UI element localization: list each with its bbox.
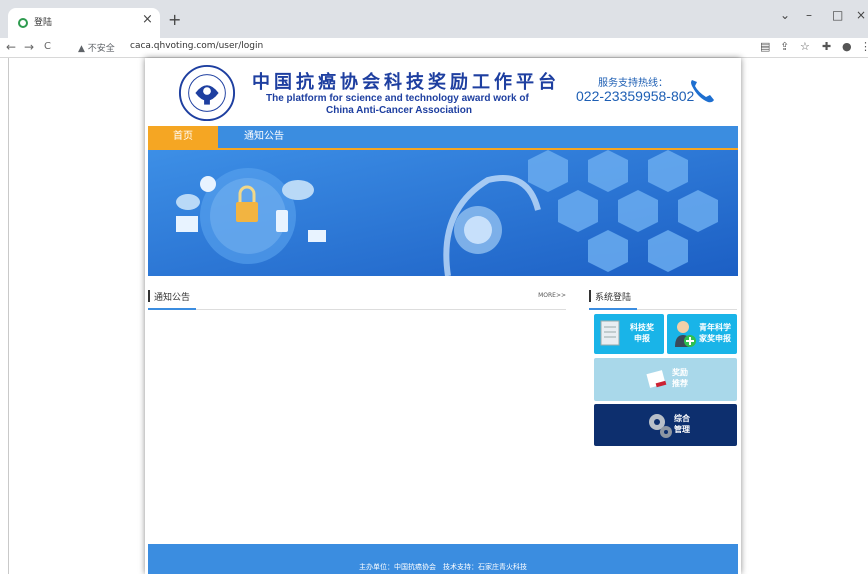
person-add-icon — [675, 321, 696, 347]
section-underline — [589, 308, 637, 310]
profile-icon[interactable]: ● — [842, 40, 852, 53]
footer-text: 主办单位：中国抗癌协会 技术支持：石家庄青火科技 — [359, 563, 527, 571]
tech-award-apply-tile[interactable]: 科技奖 申报 — [594, 314, 664, 354]
pen-paper-icon — [646, 370, 667, 388]
security-warning[interactable]: ▲ 不安全 — [78, 41, 115, 54]
association-logo — [178, 64, 236, 122]
menu-icon[interactable]: ⋮ — [860, 40, 868, 53]
section-underline — [148, 308, 196, 310]
award-recommend-tile[interactable]: 奖励 推荐 — [594, 358, 737, 401]
phone-icon — [691, 80, 714, 103]
nav-notices[interactable]: 通知公告 — [244, 126, 284, 148]
comprehensive-management-tile[interactable]: 综合 管理 — [594, 404, 737, 446]
more-link[interactable]: MORE>> — [538, 292, 566, 299]
tile-label: 青年科学 家奖申报 — [699, 323, 731, 343]
nav-home[interactable]: 首页 — [148, 126, 218, 148]
maximize-button[interactable]: □ — [832, 8, 843, 22]
hotline-label: 服务支持热线： — [598, 78, 668, 89]
forward-button[interactable]: → — [24, 40, 34, 54]
login-section-title: 系统登陆 — [595, 293, 632, 303]
site-header: 中国抗癌协会科技奖励工作平台 The platform for science … — [148, 58, 738, 126]
minimize-button[interactable]: – — [806, 8, 812, 22]
extensions-icon[interactable]: ✚ — [822, 40, 831, 53]
address-bar-row: ← → C ▲ 不安全 caca.qhvoting.com/user/login… — [0, 38, 868, 58]
reload-button[interactable]: C — [44, 41, 51, 52]
login-section: 系统登陆 — [589, 286, 737, 310]
reader-mode-icon[interactable]: ▤ — [760, 40, 770, 53]
browser-tab[interactable]: 登陆 × — [8, 8, 160, 38]
section-marker — [148, 290, 150, 302]
site-container: 中国抗癌协会科技奖励工作平台 The platform for science … — [145, 58, 741, 574]
tab-title: 登陆 — [34, 18, 53, 28]
browser-tab-strip: 登陆 × + ⌄ – □ × — [0, 0, 868, 38]
tile-label: 奖励 推荐 — [672, 368, 688, 388]
young-scientist-apply-tile[interactable]: 青年科学 家奖申报 — [667, 314, 737, 354]
tile-label: 综合 管理 — [674, 414, 690, 434]
notice-section: 通知公告 MORE>> — [148, 286, 566, 310]
new-tab-button[interactable]: + — [168, 10, 181, 29]
section-marker — [589, 290, 591, 302]
page-viewport: 中国抗癌协会科技奖励工作平台 The platform for science … — [0, 58, 868, 574]
favicon-icon — [18, 18, 28, 28]
back-button[interactable]: ← — [6, 40, 16, 54]
main-nav: 首页 通知公告 — [148, 126, 738, 150]
tab-search-button[interactable]: ⌄ — [780, 8, 790, 22]
site-title-en-line2: China Anti-Cancer Association — [326, 105, 472, 116]
tab-close-button[interactable]: × — [142, 12, 153, 27]
notice-section-title: 通知公告 — [154, 293, 191, 303]
share-icon[interactable]: ⇪ — [780, 40, 789, 53]
site-title-cn: 中国抗癌协会科技奖励工作平台 — [252, 72, 560, 93]
close-window-button[interactable]: × — [856, 8, 866, 22]
site-title-en-line1: The platform for science and technology … — [266, 93, 529, 104]
hotline-number: 022-23359958-802 — [576, 88, 695, 104]
bookmark-star-icon[interactable]: ☆ — [800, 40, 810, 53]
url-input[interactable]: caca.qhvoting.com/user/login — [130, 41, 263, 51]
viewport-divider — [8, 58, 9, 574]
tile-label: 科技奖 申报 — [630, 323, 654, 343]
document-icon — [600, 320, 620, 346]
site-footer: 主办单位：中国抗癌协会 技术支持：石家庄青火科技 — [148, 544, 738, 574]
hero-banner — [148, 150, 738, 276]
gears-icon — [649, 414, 672, 438]
